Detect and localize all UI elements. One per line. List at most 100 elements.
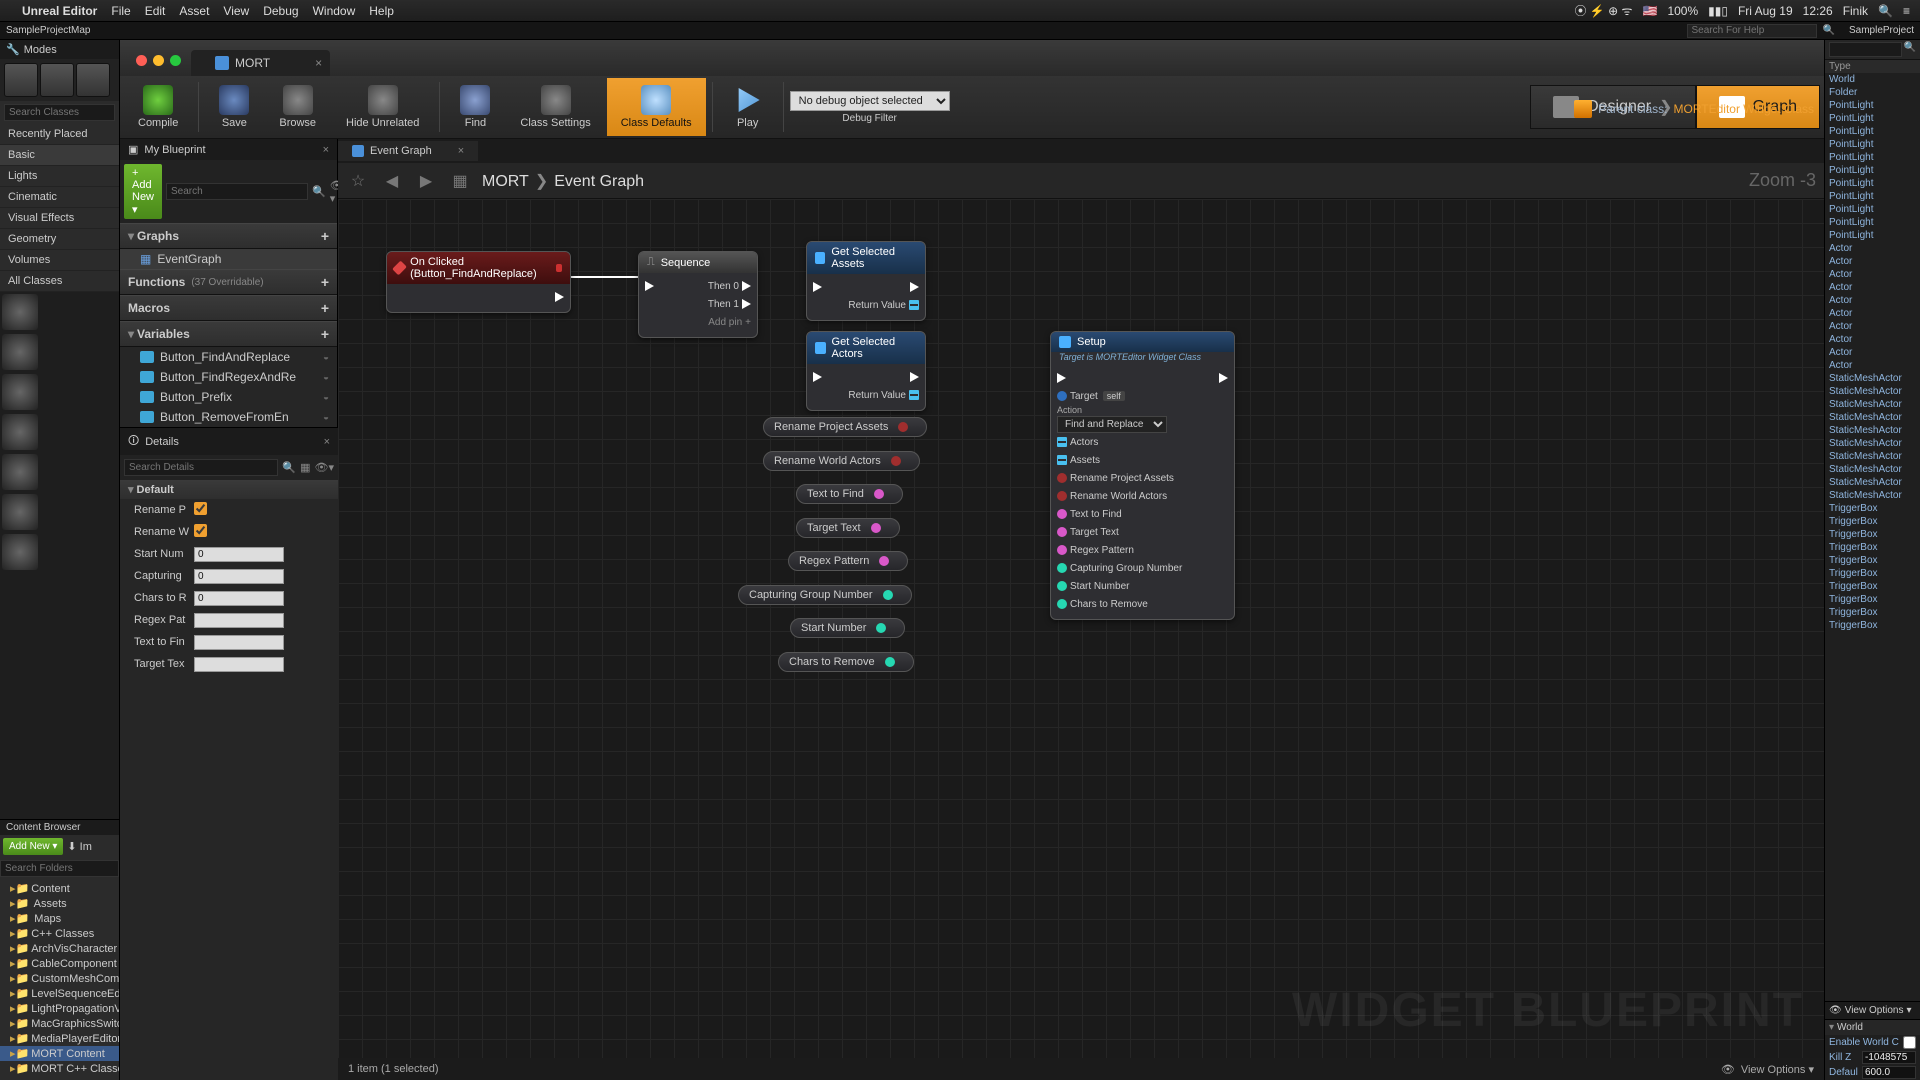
section-variables[interactable]: Variables+: [120, 321, 337, 347]
enable-world-compos-checkbox[interactable]: [1903, 1036, 1916, 1049]
menu-view[interactable]: View: [223, 4, 249, 18]
cat-basic[interactable]: Basic: [0, 145, 119, 166]
outliner-row[interactable]: StaticMeshActor: [1825, 437, 1920, 450]
outliner-row[interactable]: StaticMeshActor: [1825, 411, 1920, 424]
exec-in-pin[interactable]: [813, 372, 822, 382]
outliner-row[interactable]: TriggerBox: [1825, 502, 1920, 515]
exec-out-pin[interactable]: [555, 292, 564, 302]
var-item[interactable]: Button_RemoveFromEn◒: [120, 407, 337, 427]
close-panel-icon[interactable]: ×: [323, 144, 329, 156]
then0-pin[interactable]: [742, 281, 751, 291]
outliner-row[interactable]: StaticMeshActor: [1825, 398, 1920, 411]
cat-lights[interactable]: Lights: [0, 166, 119, 187]
spotlight-icon[interactable]: 🔍: [1878, 4, 1893, 18]
target-text-input[interactable]: [194, 657, 284, 672]
shape-item[interactable]: [0, 372, 119, 412]
cat-geometry[interactable]: Geometry: [0, 229, 119, 250]
search-icon[interactable]: 🔍: [312, 185, 326, 198]
matrix-icon[interactable]: ▦: [300, 461, 310, 474]
nav-back-icon[interactable]: ◀: [380, 169, 404, 193]
close-window-icon[interactable]: [136, 55, 147, 66]
section-macros[interactable]: Macros+: [120, 295, 337, 321]
outliner-col-type[interactable]: Type: [1825, 60, 1920, 73]
exec-in-pin[interactable]: [645, 281, 654, 291]
shape-item[interactable]: [0, 532, 119, 572]
node-on-clicked[interactable]: On Clicked (Button_FindAndReplace): [386, 251, 571, 313]
visibility-icon[interactable]: ◒: [323, 392, 329, 403]
visibility-icon[interactable]: ◒: [323, 372, 329, 383]
outliner-row[interactable]: Actor: [1825, 346, 1920, 359]
close-tab-icon[interactable]: ×: [458, 145, 464, 157]
ttf-pin[interactable]: [1057, 509, 1067, 519]
cb-add-new-button[interactable]: Add New ▾: [3, 838, 63, 855]
outliner-row[interactable]: StaticMeshActor: [1825, 476, 1920, 489]
save-button[interactable]: Save: [205, 78, 263, 136]
outliner-row[interactable]: TriggerBox: [1825, 580, 1920, 593]
pill-cgn[interactable]: Capturing Group Number: [738, 585, 912, 605]
import-icon[interactable]: ⬇ Im: [67, 840, 92, 853]
outliner-row[interactable]: TriggerBox: [1825, 528, 1920, 541]
capturing-input[interactable]: [194, 569, 284, 584]
max-dist-input[interactable]: [1862, 1066, 1916, 1079]
cat-recently-placed[interactable]: Recently Placed: [0, 124, 119, 145]
app-name[interactable]: Unreal Editor: [22, 4, 97, 18]
outliner-row[interactable]: PointLight: [1825, 177, 1920, 190]
compile-button[interactable]: Compile: [124, 78, 192, 136]
help-search[interactable]: [1687, 24, 1817, 38]
visibility-icon[interactable]: ◒: [323, 352, 329, 363]
exec-out-pin[interactable]: [1219, 373, 1228, 383]
maximize-window-icon[interactable]: [170, 55, 181, 66]
outliner-row[interactable]: PointLight: [1825, 164, 1920, 177]
close-tab-icon[interactable]: ×: [315, 56, 322, 70]
outliner-row[interactable]: TriggerBox: [1825, 541, 1920, 554]
node-get-selected-assets[interactable]: Get Selected Assets Return Value: [806, 241, 926, 321]
pill-ctr[interactable]: Chars to Remove: [778, 652, 914, 672]
outliner-row[interactable]: Actor: [1825, 307, 1920, 320]
close-panel-icon[interactable]: ×: [324, 436, 330, 448]
view-options-button[interactable]: View Options ▾: [1741, 1063, 1814, 1076]
place-mode-icon[interactable]: [4, 63, 38, 97]
node-get-selected-actors[interactable]: Get Selected Actors Return Value: [806, 331, 926, 411]
target-pin[interactable]: [1057, 391, 1067, 401]
shape-item[interactable]: [0, 452, 119, 492]
section-functions[interactable]: Functions(37 Overridable)+: [120, 269, 337, 295]
debug-object-select[interactable]: No debug object selected: [790, 91, 950, 111]
menu-debug[interactable]: Debug: [263, 4, 298, 18]
rpa-pin[interactable]: [1057, 473, 1067, 483]
nav-forward-icon[interactable]: ▶: [414, 169, 438, 193]
outliner-row[interactable]: StaticMeshActor: [1825, 372, 1920, 385]
add-graph-icon[interactable]: +: [321, 228, 329, 244]
outliner-row[interactable]: TriggerBox: [1825, 515, 1920, 528]
outliner-search[interactable]: [1829, 42, 1902, 57]
outliner-row[interactable]: Actor: [1825, 255, 1920, 268]
menu-icon[interactable]: ≡: [1903, 4, 1910, 18]
pill-rwa[interactable]: Rename World Actors: [763, 451, 920, 471]
kill-z-input[interactable]: [1862, 1051, 1916, 1064]
assets-pin[interactable]: [1057, 455, 1067, 465]
shape-item[interactable]: [0, 332, 119, 372]
outliner-row[interactable]: Actor: [1825, 294, 1920, 307]
view-options-button[interactable]: View Options: [1845, 1005, 1904, 1016]
cat-visual-effects[interactable]: Visual Effects: [0, 208, 119, 229]
shape-item[interactable]: [0, 492, 119, 532]
regex-pattern-input[interactable]: [194, 613, 284, 628]
ctr-pin[interactable]: [1057, 599, 1067, 609]
cat-cinematic[interactable]: Cinematic: [0, 187, 119, 208]
add-pin-icon[interactable]: +: [745, 317, 751, 328]
rwa-pin[interactable]: [1057, 491, 1067, 501]
tree-item[interactable]: ▸📁 Maps: [0, 911, 119, 926]
class-settings-button[interactable]: Class Settings: [506, 78, 604, 136]
actors-pin[interactable]: [1057, 437, 1067, 447]
tree-item[interactable]: ▸📁 Assets: [0, 896, 119, 911]
outliner-row[interactable]: TriggerBox: [1825, 606, 1920, 619]
outliner-row[interactable]: PointLight: [1825, 112, 1920, 125]
outliner-row[interactable]: Actor: [1825, 333, 1920, 346]
outliner-row[interactable]: StaticMeshActor: [1825, 385, 1920, 398]
cgn-pin[interactable]: [1057, 563, 1067, 573]
eye-icon[interactable]: 👁: [1721, 1063, 1735, 1076]
outliner-row[interactable]: Actor: [1825, 242, 1920, 255]
tree-item[interactable]: ▸📁LightPropagationVolume C++ Classes: [0, 1001, 119, 1016]
exec-out-pin[interactable]: [910, 372, 919, 382]
search-icon[interactable]: 🔍: [1904, 42, 1916, 57]
delegate-pin[interactable]: [556, 264, 562, 272]
